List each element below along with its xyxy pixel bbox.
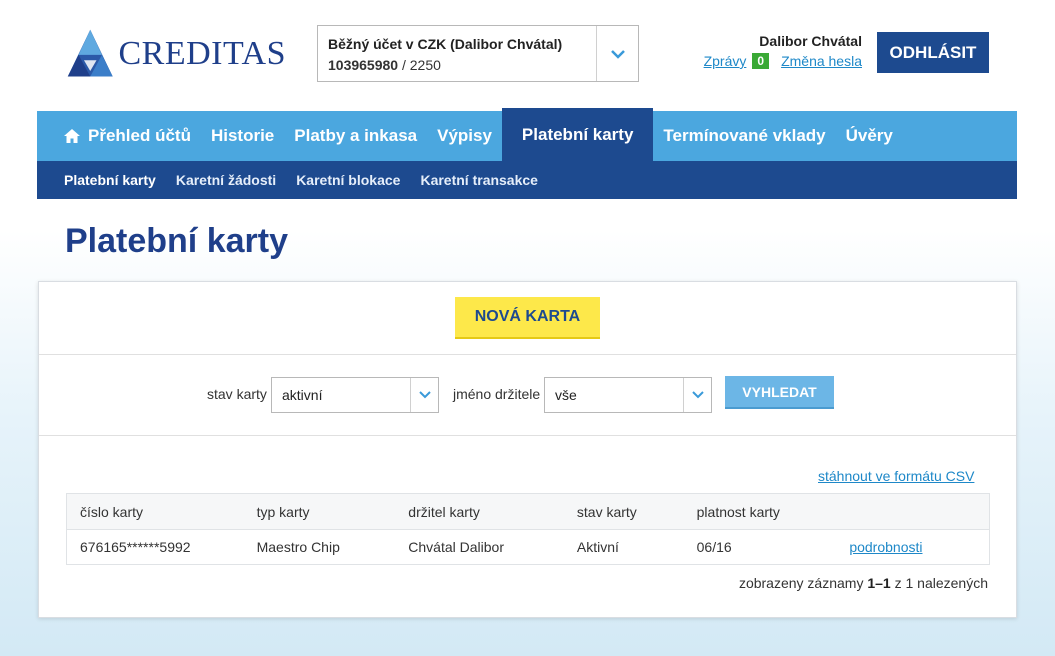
account-select[interactable]: Běžný účet v CZK (Dalibor Chvátal) 10396… <box>317 25 639 82</box>
divider <box>39 354 1016 355</box>
search-button[interactable]: VYHLEDAT <box>725 376 834 409</box>
messages-link[interactable]: Zprávy <box>704 53 747 69</box>
brand-name: CREDITAS <box>118 35 286 72</box>
nav-item-loans[interactable]: Úvěry <box>836 111 903 161</box>
nav-item-statements[interactable]: Výpisy <box>427 111 502 161</box>
nav-item-account-overview[interactable]: Přehled účtů <box>37 111 201 161</box>
card-holder: Chvátal Dalibor <box>408 539 504 555</box>
sub-nav: Platební karty Karetní žádosti Karetní b… <box>37 161 1017 199</box>
chevron-down-icon <box>691 391 704 399</box>
nav-item-label: Termínované vklady <box>663 126 826 145</box>
nav-item-label: Historie <box>210 126 275 145</box>
account-dropdown-button[interactable] <box>596 26 638 81</box>
creditas-logo-icon <box>67 29 113 77</box>
nav-item-payments[interactable]: Platby a inkasa <box>284 111 427 161</box>
header-card-holder: držitel karty <box>408 503 480 520</box>
card-validity: 06/16 <box>696 539 732 555</box>
cards-table: číslo karty typ karty držitel karty stav… <box>66 493 990 565</box>
nav-item-history[interactable]: Historie <box>201 111 284 161</box>
records-summary: zobrazeny záznamy 1–1 z 1 nalezených <box>738 575 988 591</box>
account-name: Běžný účet v CZK (Dalibor Chvátal) <box>328 36 563 52</box>
sub-nav-card-blocks[interactable]: Karetní blokace <box>286 172 410 188</box>
change-password-link[interactable]: Změna hesla <box>781 53 862 69</box>
holder-label: jméno držitele <box>453 386 541 402</box>
user-name: Dalibor Chvátal <box>759 33 862 49</box>
user-block: Dalibor Chvátal Zprávy 0 Změna hesla <box>690 33 862 69</box>
card-state-value: aktivní <box>282 387 323 403</box>
card-type: Maestro Chip <box>256 539 340 555</box>
card-number: 676165******5992 <box>80 539 191 555</box>
header-card-state: stav karty <box>576 503 637 520</box>
cards-panel: NOVÁ KARTA stav karty aktivní jméno drži… <box>38 281 1017 618</box>
nav-item-payment-cards[interactable]: Platební karty <box>501 108 654 161</box>
card-state-select[interactable]: aktivní <box>271 377 439 413</box>
main-nav: Přehled účtů Historie Platby a inkasa Vý… <box>37 108 1017 161</box>
table-row: 676165******5992 Maestro Chip Chvátal Da… <box>67 530 989 564</box>
nav-item-label: Platby a inkasa <box>294 126 418 145</box>
logout-button[interactable]: ODHLÁSIT <box>877 32 989 73</box>
sub-nav-card-requests[interactable]: Karetní žádosti <box>166 172 286 188</box>
messages-count-badge[interactable]: 0 <box>752 53 770 69</box>
creditas-logo[interactable]: CREDITAS <box>66 24 286 84</box>
divider <box>39 435 1016 436</box>
card-details-link[interactable]: podrobnosti <box>849 539 922 555</box>
home-icon <box>64 129 80 143</box>
sub-nav-payment-cards[interactable]: Platební karty <box>54 172 166 188</box>
card-state: Aktivní <box>576 539 619 555</box>
nav-item-label: Platební karty <box>521 124 634 144</box>
sub-nav-card-transactions[interactable]: Karetní transakce <box>410 172 548 188</box>
header-card-type: typ karty <box>256 503 310 520</box>
table-header: číslo karty typ karty držitel karty stav… <box>67 494 989 530</box>
account-number: 103965980 <box>328 57 399 73</box>
chevron-down-icon <box>610 49 625 59</box>
holder-value: vše <box>555 387 577 403</box>
nav-item-label: Úvěry <box>845 126 893 145</box>
nav-item-label: Výpisy <box>437 126 492 145</box>
card-state-label: stav karty <box>207 386 267 402</box>
page-title: Platební karty <box>65 222 288 260</box>
nav-item-label: Přehled účtů <box>88 126 191 145</box>
header-card-validity: platnost karty <box>696 503 780 520</box>
chevron-down-icon <box>418 391 431 399</box>
account-bank-code: / 2250 <box>398 57 441 73</box>
records-range: 1–1 <box>867 575 891 591</box>
nav-item-term-deposits[interactable]: Termínované vklady <box>653 111 835 161</box>
header-card-number: číslo karty <box>80 503 144 520</box>
new-card-button[interactable]: NOVÁ KARTA <box>455 297 600 339</box>
download-csv-link[interactable]: stáhnout ve formátu CSV <box>818 468 974 484</box>
holder-select[interactable]: vše <box>544 377 712 413</box>
